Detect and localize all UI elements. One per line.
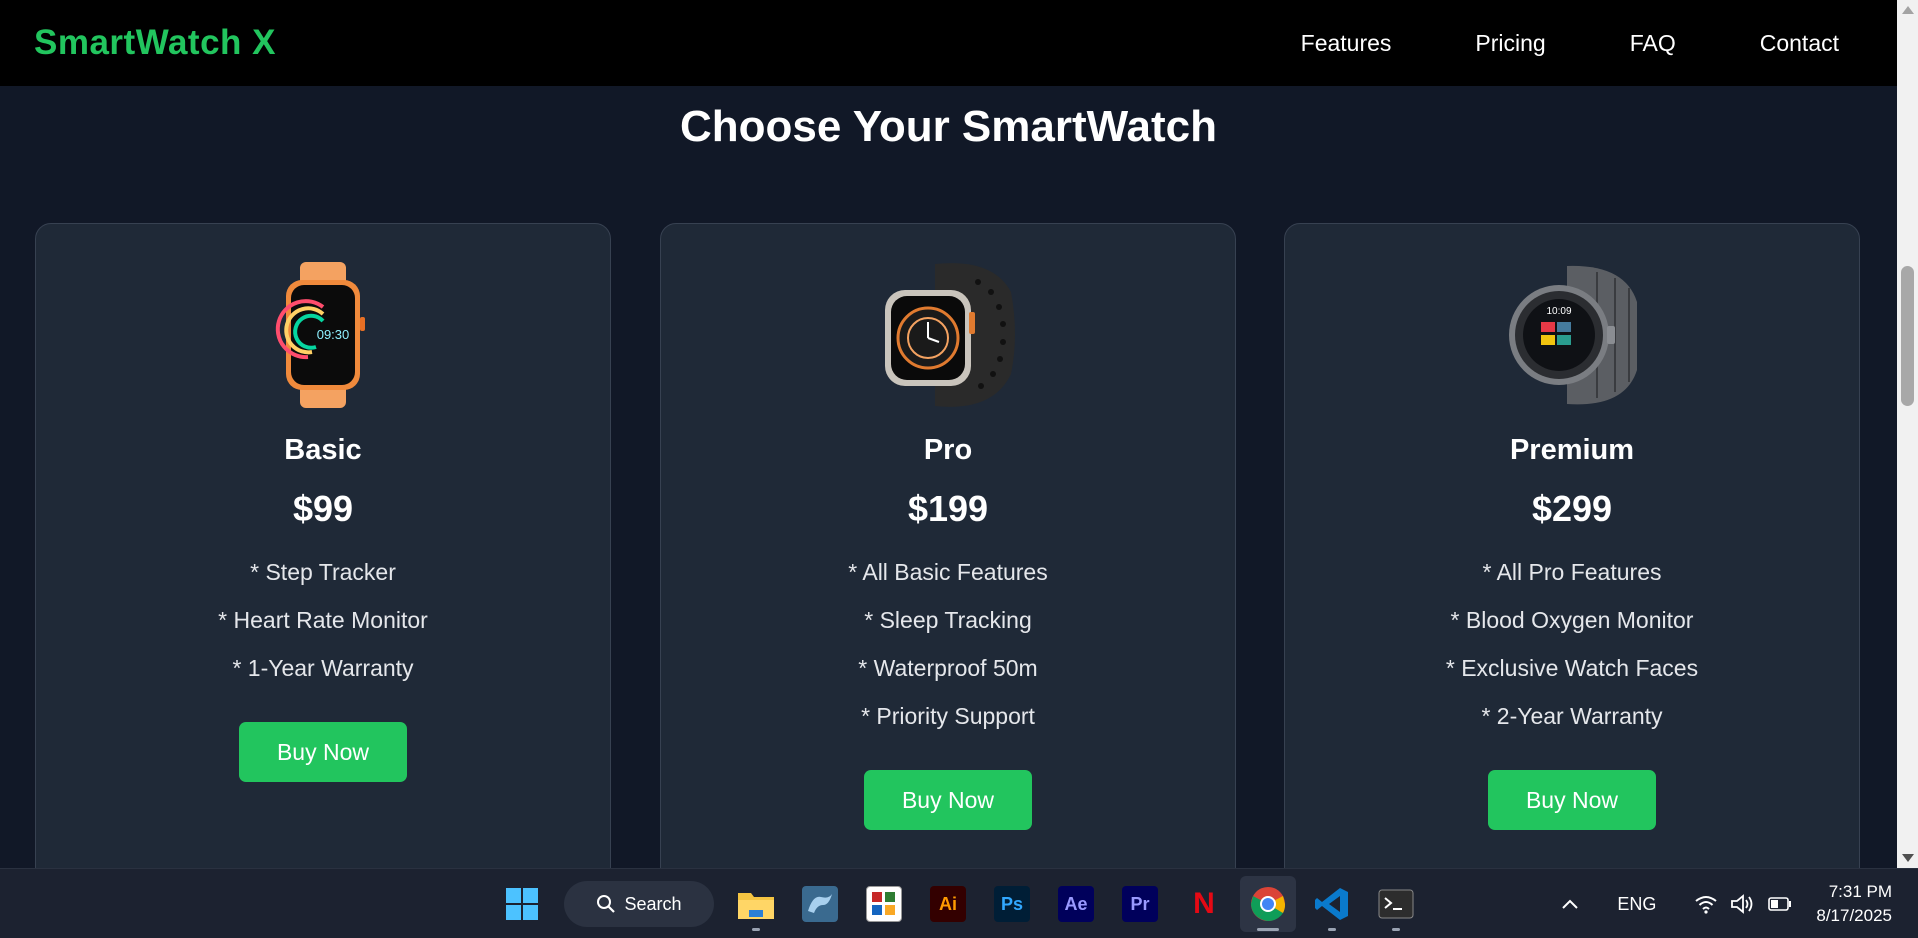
scroll-down-arrow-icon[interactable] [1902,854,1914,862]
nav-link-features[interactable]: Features [1301,30,1392,57]
feature-item: * All Pro Features [1482,559,1662,585]
windows-taskbar: Search Ai Ps Ae Pr N ENG 7:31 PM 8/17/20… [0,868,1918,938]
language-indicator[interactable]: ENG [1617,894,1656,915]
feature-item: * Priority Support [861,703,1035,729]
feature-list: * Step Tracker * Heart Rate Monitor * 1-… [36,556,610,700]
plan-card-basic: 09:30 Basic $99 * Step Tracker * Heart R… [35,223,611,868]
file-explorer-icon[interactable] [728,876,784,932]
plan-name: Premium [1509,434,1635,466]
windows-start-icon[interactable] [494,876,550,932]
volume-icon[interactable] [1730,894,1756,914]
nav-link-contact[interactable]: Contact [1760,30,1839,57]
feature-item: * Exclusive Watch Faces [1445,655,1699,681]
orange-smartwatch-image: 09:30 [275,262,365,408]
buy-now-button-basic[interactable]: Buy Now [239,722,407,782]
vscode-icon[interactable] [1304,876,1360,932]
running-indicator [1392,928,1400,931]
feature-item: * All Basic Features [848,559,1048,585]
plan-card-premium: 10:09 Premium $299 * All Pro Features * … [1284,223,1860,868]
page-scrollbar[interactable] [1897,0,1918,868]
taskbar-apps: Search Ai Ps Ae Pr N [490,869,1428,938]
plan-price: $199 [907,488,989,529]
running-indicator [752,928,760,931]
steel-smartwatch-image: 10:09 [1509,265,1637,405]
system-clock[interactable]: 7:31 PM 8/17/2025 [1816,880,1892,928]
feature-item: * 2-Year Warranty [1481,703,1663,729]
feature-list: * All Basic Features * Sleep Tracking * … [661,556,1235,748]
feature-item: * Step Tracker [250,559,396,585]
netflix-icon[interactable]: N [1176,876,1232,932]
feature-item: * Heart Rate Monitor [218,607,428,633]
plan-name: Pro [923,434,973,466]
feature-list: * All Pro Features * Blood Oxygen Monito… [1285,556,1859,748]
plan-price: $99 [292,488,354,529]
search-label: Search [624,893,682,914]
wifi-icon[interactable] [1694,894,1718,914]
search-icon [597,895,616,913]
pricing-section: Choose Your SmartWatch 09:30 Basic $99 *… [0,86,1897,868]
running-indicator [1328,928,1336,931]
feature-item: * 1-Year Warranty [232,655,414,681]
chevron-up-icon[interactable] [1561,898,1579,910]
mysql-workbench-icon[interactable] [792,876,848,932]
clock-time: 7:31 PM [1828,882,1892,901]
feature-item: * Sleep Tracking [864,607,1032,633]
buy-now-button-premium[interactable]: Buy Now [1488,770,1656,830]
nav-links: Features Pricing FAQ Contact [1301,30,1839,57]
terminal-icon[interactable] [1368,876,1424,932]
nav-link-pricing[interactable]: Pricing [1475,30,1545,57]
premiere-pro-icon[interactable]: Pr [1112,876,1168,932]
plan-name: Basic [284,434,362,466]
illustrator-icon[interactable]: Ai [920,876,976,932]
system-tray: ENG 7:31 PM 8/17/2025 [1551,869,1918,938]
chrome-icon[interactable] [1240,876,1296,932]
clock-date: 8/17/2025 [1816,906,1892,925]
svg-text:10:09: 10:09 [1546,306,1571,317]
scrollbar-thumb[interactable] [1901,266,1914,406]
black-band-smartwatch-image [885,263,1015,407]
brand-logo[interactable]: SmartWatch X [34,23,276,63]
plan-price: $299 [1531,488,1613,529]
scroll-up-arrow-icon[interactable] [1902,6,1914,14]
feature-item: * Waterproof 50m [858,655,1038,681]
plan-card-pro: Pro $199 * All Basic Features * Sleep Tr… [660,223,1236,868]
feature-item: * Blood Oxygen Monitor [1450,607,1694,633]
tally-icon[interactable] [856,876,912,932]
battery-icon[interactable] [1768,897,1792,911]
photoshop-icon[interactable]: Ps [984,876,1040,932]
navbar: SmartWatch X Features Pricing FAQ Contac… [0,0,1897,86]
svg-text:09:30: 09:30 [317,327,350,342]
after-effects-icon[interactable]: Ae [1048,876,1104,932]
running-indicator [1257,928,1279,931]
page-title: Choose Your SmartWatch [679,102,1218,151]
taskbar-search[interactable]: Search [564,881,714,927]
nav-link-faq[interactable]: FAQ [1630,30,1676,57]
buy-now-button-pro[interactable]: Buy Now [864,770,1032,830]
